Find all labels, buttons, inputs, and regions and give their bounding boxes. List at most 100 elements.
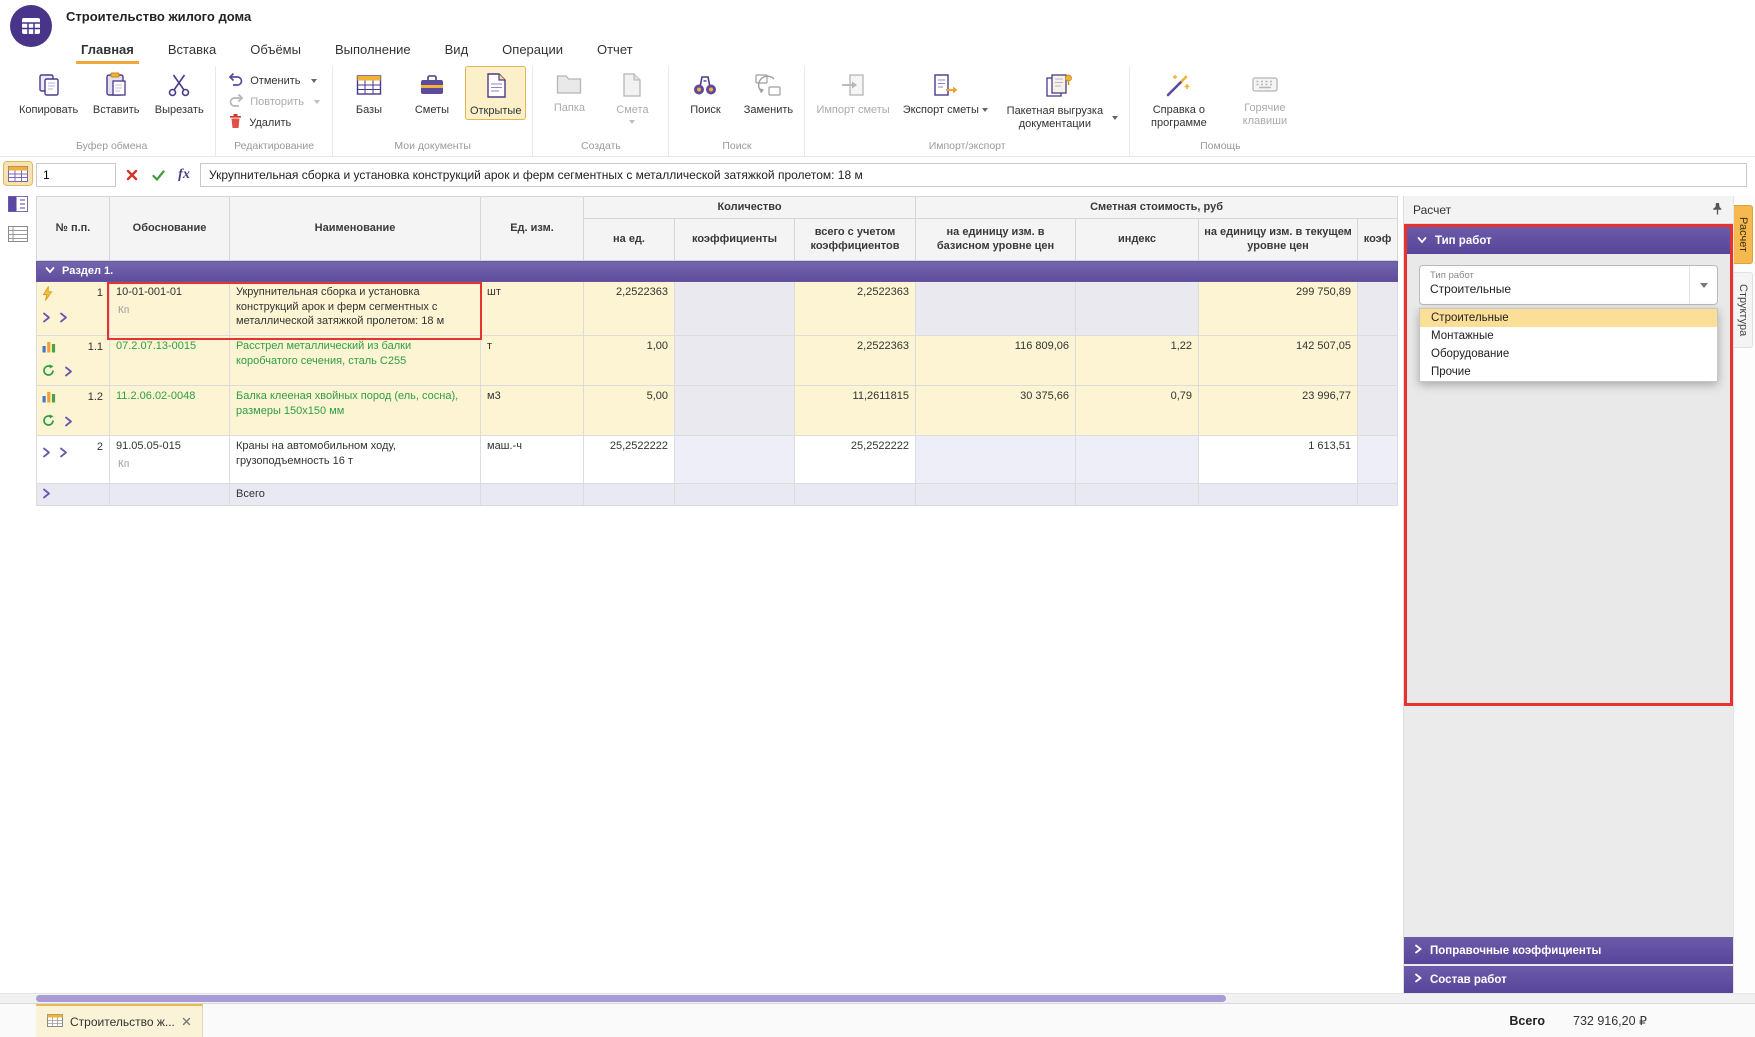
- per-unit-cell[interactable]: 1,00: [584, 336, 675, 386]
- total-with-coeff-cell[interactable]: 2,2522363: [795, 336, 916, 386]
- base-unit-price-cell[interactable]: 116 809,06: [916, 336, 1076, 386]
- copy-button[interactable]: Копировать: [14, 66, 83, 119]
- document-tab[interactable]: Строительство ж...: [36, 1004, 203, 1037]
- index-cell[interactable]: [1076, 436, 1199, 484]
- expand-chevron-icon[interactable]: [64, 366, 73, 381]
- tab-vstavka[interactable]: Вставка: [151, 34, 233, 64]
- undo-button[interactable]: Отменить: [222, 70, 322, 91]
- side-tab-calc[interactable]: Расчет: [1734, 205, 1753, 264]
- option-oborudovanie[interactable]: Оборудование: [1420, 345, 1717, 363]
- row-number-input[interactable]: [36, 163, 116, 187]
- app-logo-icon[interactable]: [10, 5, 52, 47]
- koef-cell[interactable]: [1358, 336, 1398, 386]
- opened-button[interactable]: Открытые: [465, 66, 527, 120]
- table-row-position-1[interactable]: 1 10-01-001-01Кп Укрупнительная сборка и…: [37, 282, 1398, 336]
- table-row-resource-1-1[interactable]: 1.1 07.2.07.13-0015 Расстрел металлическ…: [37, 336, 1398, 386]
- num-cell[interactable]: [37, 484, 110, 506]
- estimates-button[interactable]: Сметы: [402, 66, 462, 119]
- view-mode-list-button[interactable]: [4, 222, 32, 245]
- tab-vid[interactable]: Вид: [428, 34, 486, 64]
- option-prochie[interactable]: Прочие: [1420, 363, 1717, 381]
- index-cell[interactable]: 0,79: [1076, 386, 1199, 436]
- coefficients-cell[interactable]: [675, 282, 795, 336]
- work-composition-section-header[interactable]: Состав работ: [1404, 966, 1733, 993]
- work-type-select[interactable]: Тип работ Строительные: [1419, 265, 1718, 305]
- export-dropdown-icon[interactable]: [982, 108, 988, 112]
- view-mode-grid-button[interactable]: [4, 162, 32, 185]
- export-estimate-button[interactable]: Экспорт сметы: [898, 66, 993, 119]
- expand-chevron-icon[interactable]: [42, 312, 51, 327]
- tab-glavnaya[interactable]: Главная: [64, 34, 151, 64]
- justification-cell[interactable]: 91.05.05-015Кп: [110, 436, 230, 484]
- total-with-coeff-cell[interactable]: 25,2522222: [795, 436, 916, 484]
- unit-cell[interactable]: шт: [481, 282, 584, 336]
- horizontal-scrollbar[interactable]: [0, 993, 1755, 1003]
- refresh-icon[interactable]: [42, 414, 55, 431]
- new-estimate-button[interactable]: Смета: [602, 66, 662, 126]
- work-type-select-arrow[interactable]: [1689, 266, 1717, 304]
- name-cell[interactable]: Краны на автомобильном ходу, грузоподъем…: [230, 436, 481, 484]
- name-cell[interactable]: Расстрел металлический из балки коробчат…: [230, 336, 481, 386]
- tab-vypolnenie[interactable]: Выполнение: [318, 34, 428, 64]
- hotkeys-button[interactable]: Горячие клавиши: [1225, 66, 1305, 129]
- tab-otchet[interactable]: Отчет: [580, 34, 650, 64]
- coefficients-cell[interactable]: [675, 386, 795, 436]
- refresh-icon[interactable]: [42, 364, 55, 381]
- table-footer-row[interactable]: Всего: [37, 484, 1398, 506]
- justification-cell[interactable]: 11.2.06.02-0048: [110, 386, 230, 436]
- koef-cell[interactable]: [1358, 386, 1398, 436]
- unit-cell[interactable]: маш.-ч: [481, 436, 584, 484]
- justification-cell[interactable]: 07.2.07.13-0015: [110, 336, 230, 386]
- index-cell[interactable]: 1,22: [1076, 336, 1199, 386]
- formula-text-input[interactable]: [200, 163, 1747, 187]
- pin-icon[interactable]: [1711, 202, 1724, 218]
- current-unit-price-cell[interactable]: 142 507,05: [1199, 336, 1358, 386]
- unit-cell[interactable]: м3: [481, 386, 584, 436]
- paste-button[interactable]: Вставить: [86, 66, 146, 119]
- expand-chevron-icon[interactable]: [59, 312, 68, 327]
- bases-button[interactable]: Базы: [339, 66, 399, 119]
- expand-chevron-icon[interactable]: [64, 416, 73, 431]
- confirm-edit-icon[interactable]: [148, 165, 168, 185]
- import-estimate-button[interactable]: Импорт сметы: [811, 66, 894, 119]
- section-collapse-icon[interactable]: [45, 264, 55, 278]
- justification-cell[interactable]: 10-01-001-01Кп: [110, 282, 230, 336]
- side-tab-structure[interactable]: Структура: [1734, 272, 1753, 348]
- correction-coefficients-section-header[interactable]: Поправочные коэффициенты: [1404, 937, 1733, 964]
- replace-button[interactable]: Заменить: [738, 66, 798, 119]
- base-unit-price-cell[interactable]: [916, 436, 1076, 484]
- work-type-section-header[interactable]: Тип работ: [1407, 227, 1730, 254]
- total-with-coeff-cell[interactable]: 2,2522363: [795, 282, 916, 336]
- redo-button[interactable]: Повторить: [222, 91, 326, 112]
- cut-button[interactable]: Вырезать: [149, 66, 209, 119]
- expand-chevron-icon[interactable]: [42, 447, 51, 462]
- section-row[interactable]: Раздел 1.: [37, 261, 1398, 282]
- search-button[interactable]: Поиск: [675, 66, 735, 119]
- current-unit-price-cell[interactable]: 1 613,51: [1199, 436, 1358, 484]
- document-tab-close-icon[interactable]: [182, 1015, 191, 1029]
- option-stroitelnye[interactable]: Строительные: [1420, 309, 1717, 327]
- expand-chevron-icon[interactable]: [42, 488, 51, 503]
- per-unit-cell[interactable]: 2,2522363: [584, 282, 675, 336]
- name-cell[interactable]: Укрупнительная сборка и установка констр…: [230, 282, 481, 336]
- scrollbar-thumb[interactable]: [36, 995, 1226, 1002]
- tab-obyomy[interactable]: Объёмы: [233, 34, 318, 64]
- per-unit-cell[interactable]: 5,00: [584, 386, 675, 436]
- new-folder-button[interactable]: Папка: [539, 66, 599, 117]
- batch-upload-button[interactable]: Пакетная выгрузка документации: [996, 66, 1123, 132]
- koef-cell[interactable]: [1358, 282, 1398, 336]
- num-cell[interactable]: 2: [37, 436, 110, 484]
- view-mode-split-button[interactable]: [4, 192, 32, 215]
- tab-operacii[interactable]: Операции: [485, 34, 580, 64]
- koef-cell[interactable]: [1358, 436, 1398, 484]
- base-unit-price-cell[interactable]: 30 375,66: [916, 386, 1076, 436]
- justification-cell[interactable]: [110, 484, 230, 506]
- table-row-resource-1-2[interactable]: 1.2 11.2.06.02-0048 Балка клееная хвойны…: [37, 386, 1398, 436]
- coefficients-cell[interactable]: [675, 436, 795, 484]
- delete-button[interactable]: Удалить: [222, 112, 297, 133]
- batch-dropdown-icon[interactable]: [1112, 116, 1118, 120]
- expand-chevron-icon[interactable]: [59, 447, 68, 462]
- current-unit-price-cell[interactable]: 299 750,89: [1199, 282, 1358, 336]
- num-cell[interactable]: 1: [37, 282, 110, 336]
- undo-dropdown-icon[interactable]: [311, 79, 317, 83]
